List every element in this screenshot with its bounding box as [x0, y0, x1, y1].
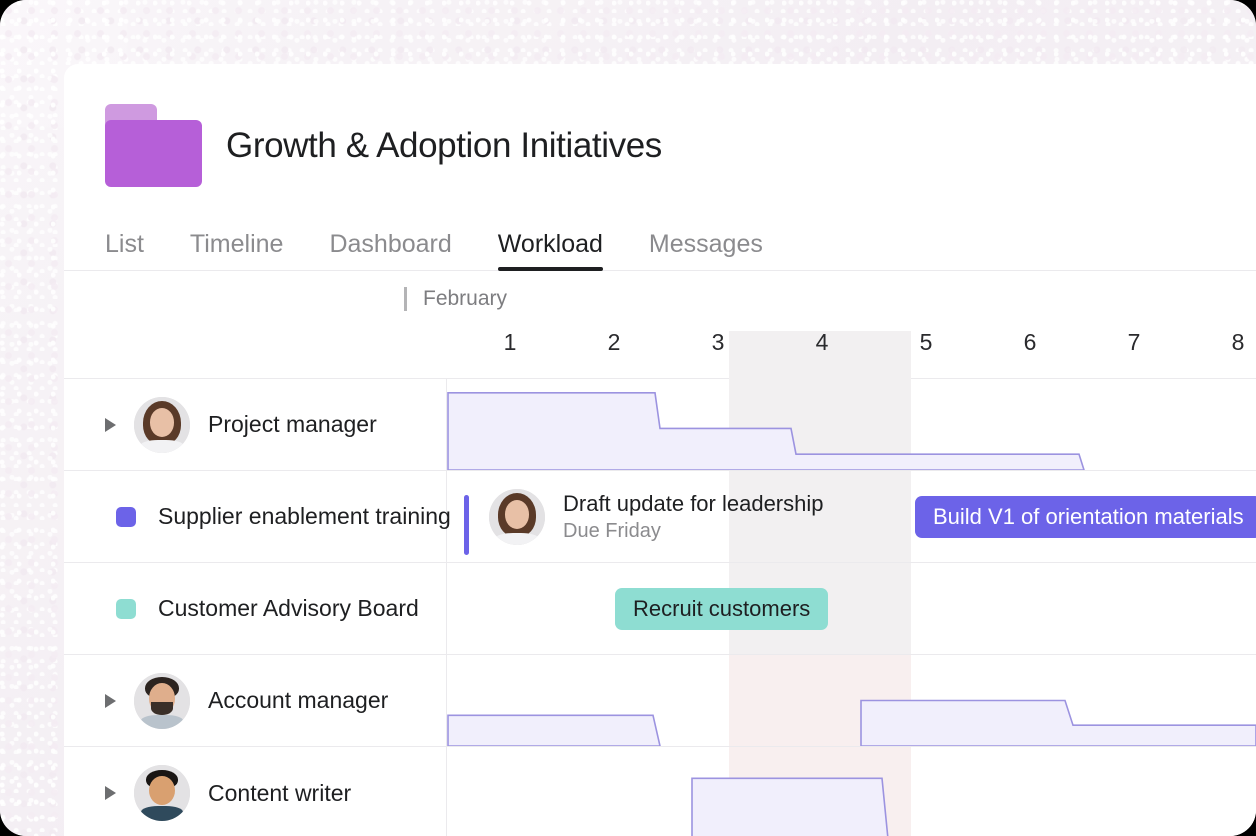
row-label-account-manager[interactable]: Account manager: [64, 655, 1256, 746]
expand-caret-icon[interactable]: [105, 418, 116, 432]
table-row[interactable]: Content writer: [64, 747, 1256, 836]
row-label-content-writer[interactable]: Content writer: [64, 747, 1256, 836]
workload-grid: Project manager Supplier enablement trai…: [64, 379, 1256, 836]
month-tick-icon: [404, 287, 407, 311]
task-area: Recruit customers: [447, 563, 1256, 654]
tab-messages[interactable]: Messages: [626, 230, 786, 270]
expand-caret-icon[interactable]: [105, 786, 116, 800]
month-label-group: February: [404, 287, 507, 311]
day-6[interactable]: 6: [978, 321, 1082, 356]
day-3[interactable]: 3: [666, 321, 770, 356]
avatar-project-manager: [489, 489, 545, 545]
day-5[interactable]: 5: [874, 321, 978, 356]
tab-list[interactable]: List: [105, 230, 167, 270]
row-name: Account manager: [208, 687, 388, 714]
day-1[interactable]: 1: [458, 321, 562, 356]
task-chip-build-v1[interactable]: Build V1 of orientation materials: [915, 496, 1256, 538]
row-name: Project manager: [208, 411, 377, 438]
color-swatch-icon: [116, 507, 136, 527]
table-row[interactable]: Customer Advisory Board Recruit customer…: [64, 563, 1256, 655]
color-swatch-icon: [116, 599, 136, 619]
project-header: Growth & Adoption Initiatives: [64, 64, 1256, 187]
table-row[interactable]: Supplier enablement training: [64, 471, 1256, 563]
avatar-project-manager: [134, 397, 190, 453]
task-card-draft-update[interactable]: Draft update for leadership Due Friday: [489, 489, 824, 545]
task-accent-bar: [464, 495, 469, 555]
folder-icon: [105, 104, 202, 187]
day-axis: 1 2 3 4 5 6 7 8: [446, 321, 1256, 379]
expand-caret-icon[interactable]: [105, 694, 116, 708]
app-card: Growth & Adoption Initiatives List Timel…: [64, 64, 1256, 836]
day-7[interactable]: 7: [1082, 321, 1186, 356]
task-due-date: Due Friday: [563, 518, 824, 544]
page-title: Growth & Adoption Initiatives: [226, 126, 662, 166]
avatar-content-writer: [134, 765, 190, 821]
view-tabs: List Timeline Dashboard Workload Message…: [64, 217, 1256, 271]
table-row[interactable]: Project manager: [64, 379, 1256, 471]
month-label: February: [423, 287, 507, 311]
row-name: Supplier enablement training: [158, 503, 451, 530]
row-name: Content writer: [208, 780, 351, 807]
day-2[interactable]: 2: [562, 321, 666, 356]
task-area: Draft update for leadership Due Friday B…: [447, 471, 1256, 562]
row-name: Customer Advisory Board: [158, 595, 419, 622]
table-row[interactable]: Account manager: [64, 655, 1256, 747]
row-label-project-manager[interactable]: Project manager: [64, 379, 1256, 470]
tab-dashboard[interactable]: Dashboard: [306, 230, 474, 270]
page-backdrop: Growth & Adoption Initiatives List Timel…: [0, 0, 1256, 836]
task-chip-recruit-customers[interactable]: Recruit customers: [615, 588, 828, 630]
avatar-account-manager: [134, 673, 190, 729]
task-title: Draft update for leadership: [563, 490, 824, 518]
day-4[interactable]: 4: [770, 321, 874, 356]
day-8[interactable]: 8: [1186, 321, 1256, 356]
timeline-header: February 1 2 3 4 5 6 7 8: [64, 271, 1256, 379]
tab-workload[interactable]: Workload: [475, 230, 626, 270]
tab-timeline[interactable]: Timeline: [167, 230, 307, 270]
